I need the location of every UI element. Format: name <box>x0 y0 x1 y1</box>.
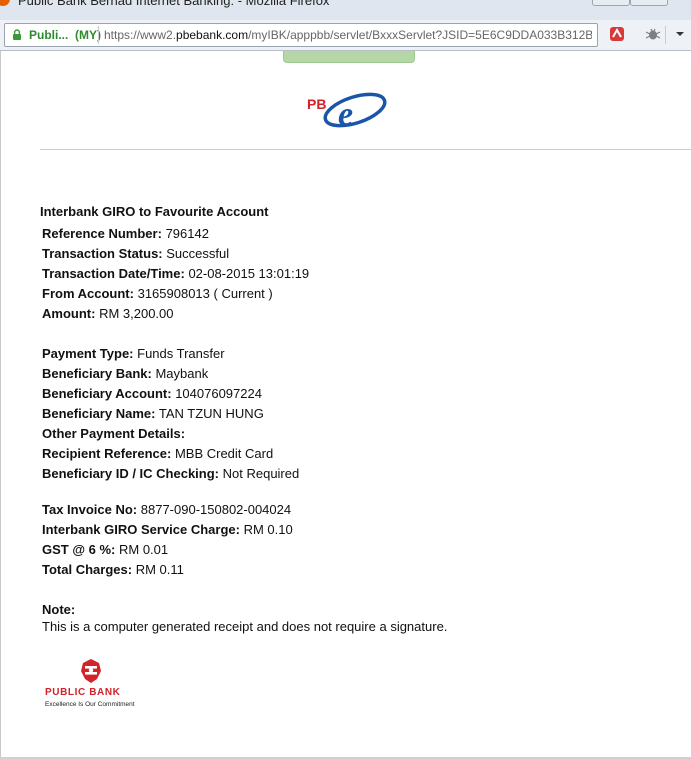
beneficiary-bank-row: Beneficiary Bank: Maybank <box>42 366 208 381</box>
gst-row: GST @ 6 %: RM 0.01 <box>42 542 168 557</box>
beneficiary-account-row: Beneficiary Account: 104076097224 <box>42 386 262 401</box>
url-bar[interactable]: Publi... (MY) https://www2.pbebank.com/m… <box>4 23 598 47</box>
payment-type-row: Payment Type: Funds Transfer <box>42 346 225 361</box>
reference-number-value: 796142 <box>165 226 209 241</box>
transaction-status-value: Successful <box>166 246 230 261</box>
gst-value: RM 0.01 <box>118 542 169 557</box>
note-text: This is a computer generated receipt and… <box>42 619 448 634</box>
maximize-button[interactable] <box>630 0 668 6</box>
header-divider <box>40 149 691 150</box>
receipt-heading: Interbank GIRO to Favourite Account <box>40 204 269 219</box>
bug-icon[interactable] <box>645 26 661 42</box>
beneficiary-account-value: 104076097224 <box>175 386 262 401</box>
recipient-reference-label: Recipient Reference: <box>42 446 172 461</box>
payment-type-label: Payment Type: <box>42 346 134 361</box>
lock-icon[interactable] <box>12 29 22 40</box>
transaction-datetime-row: Transaction Date/Time: 02-08-2015 13:01:… <box>42 266 309 281</box>
beneficiary-name-label: Beneficiary Name: <box>42 406 156 421</box>
transaction-datetime-label: Transaction Date/Time: <box>42 266 185 281</box>
total-charges-row: Total Charges: RM 0.11 <box>42 562 184 577</box>
page-content: PB e Interbank GIRO to Favourite Account… <box>0 51 691 757</box>
beneficiary-id-label: Beneficiary ID / IC Checking: <box>42 466 219 481</box>
reference-number-row: Reference Number: 796142 <box>42 226 209 241</box>
service-charge-row: Interbank GIRO Service Charge: RM 0.10 <box>42 522 293 537</box>
url-domain: pbebank.com <box>176 28 249 42</box>
chevron-down-icon[interactable] <box>672 26 688 42</box>
amount-row: Amount: RM 3,200.00 <box>42 306 174 321</box>
public-bank-slogan: Excellence Is Our Commitment <box>45 701 135 708</box>
from-account-row: From Account: 3165908013 ( Current ) <box>42 286 273 301</box>
service-charge-value: RM 0.10 <box>243 522 293 537</box>
url-prefix: https://www2. <box>104 28 177 42</box>
reference-number-label: Reference Number: <box>42 226 162 241</box>
url-path: /myIBK/apppbb/servlet/BxxxServlet?JSID=5… <box>248 28 592 42</box>
beneficiary-account-label: Beneficiary Account: <box>42 386 172 401</box>
total-charges-label: Total Charges: <box>42 562 133 577</box>
payment-type-value: Funds Transfer <box>137 346 225 361</box>
beneficiary-bank-label: Beneficiary Bank: <box>42 366 152 381</box>
beneficiary-id-value: Not Required <box>222 466 300 481</box>
beneficiary-bank-value: Maybank <box>155 366 209 381</box>
adblock-icon[interactable] <box>609 26 625 42</box>
from-account-label: From Account: <box>42 286 134 301</box>
minimize-button[interactable] <box>592 0 630 6</box>
url-text[interactable]: https://www2.pbebank.com/myIBK/apppbb/se… <box>104 28 592 42</box>
other-payment-details-label: Other Payment Details: <box>42 426 186 441</box>
from-account-value: 3165908013 ( Current ) <box>137 286 273 301</box>
tax-invoice-label: Tax Invoice No: <box>42 502 138 517</box>
tax-invoice-value: 8877-090-150802-004024 <box>140 502 292 517</box>
total-charges-value: RM 0.11 <box>135 562 184 577</box>
window-titlebar: Public Bank Berhad Internet Banking: - M… <box>0 0 691 20</box>
other-payment-details-row: Other Payment Details: <box>42 426 185 441</box>
pbe-logo-text: PB <box>307 96 326 112</box>
amount-value: RM 3,200.00 <box>99 306 174 321</box>
navigation-toolbar: Publi... (MY) https://www2.pbebank.com/m… <box>0 20 691 51</box>
window-title: Public Bank Berhad Internet Banking: - M… <box>18 0 330 8</box>
note-label: Note: <box>42 602 76 617</box>
public-bank-name: PUBLIC BANK <box>45 687 121 698</box>
pbe-logo-e: e <box>338 96 353 131</box>
tax-invoice-row: Tax Invoice No: 8877-090-150802-004024 <box>42 502 291 517</box>
service-charge-label: Interbank GIRO Service Charge: <box>42 522 240 537</box>
gst-label: GST @ 6 %: <box>42 542 116 557</box>
recipient-reference-row: Recipient Reference: MBB Credit Card <box>42 446 273 461</box>
amount-label: Amount: <box>42 306 96 321</box>
pbe-logo: PB e <box>307 92 387 131</box>
transaction-status-label: Transaction Status: <box>42 246 163 261</box>
beneficiary-id-row: Beneficiary ID / IC Checking: Not Requir… <box>42 466 299 481</box>
beneficiary-name-row: Beneficiary Name: TAN TZUN HUNG <box>42 406 264 421</box>
transaction-datetime-value: 02-08-2015 13:01:19 <box>188 266 310 281</box>
url-divider <box>98 26 99 44</box>
top-banner-strip <box>283 51 415 63</box>
firefox-icon <box>0 0 10 6</box>
site-identity-name[interactable]: Publi... <box>29 28 68 42</box>
beneficiary-name-value: TAN TZUN HUNG <box>158 406 264 421</box>
transaction-status-row: Transaction Status: Successful <box>42 246 229 261</box>
recipient-reference-value: MBB Credit Card <box>174 446 274 461</box>
toolbar-divider <box>665 26 666 44</box>
